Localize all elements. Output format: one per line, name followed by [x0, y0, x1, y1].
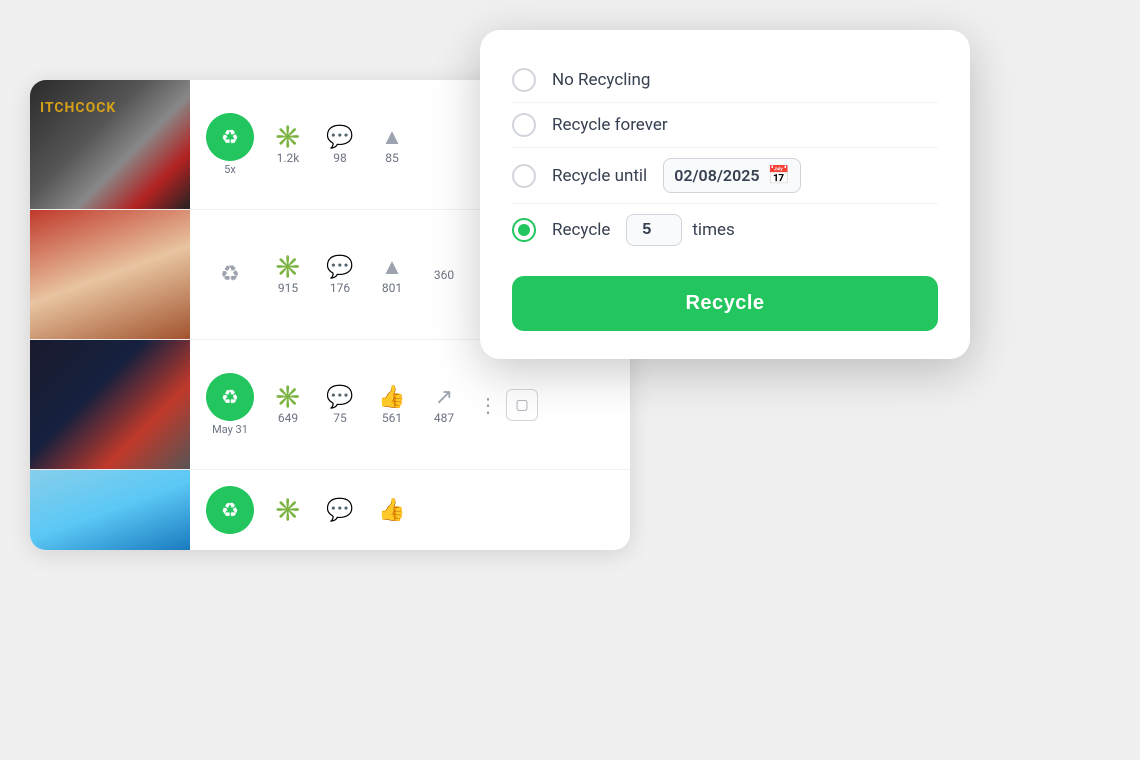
- stat-shares: ↗ 487: [422, 385, 466, 425]
- recycle-label: 5x: [224, 163, 236, 176]
- stat-value: 561: [382, 411, 402, 425]
- stat-value: 801: [382, 281, 402, 295]
- comments-icon: 💬: [326, 385, 353, 410]
- stat-value: 487: [434, 411, 454, 425]
- stat-comments: 💬 176: [318, 255, 362, 295]
- stat-value: 85: [385, 151, 399, 165]
- recycle-icon-active: ♻: [206, 486, 254, 534]
- option-recycle-times[interactable]: Recycle times: [512, 204, 938, 256]
- stat-shares: ▲ 801: [370, 254, 414, 295]
- radio-recycle-forever[interactable]: [512, 113, 536, 137]
- date-value: 02/08/2025: [674, 166, 759, 185]
- option-label-recycle-times: Recycle: [552, 220, 610, 240]
- recycle-badge[interactable]: ♻: [202, 251, 258, 299]
- option-recycle-until[interactable]: Recycle until 02/08/2025 📅: [512, 148, 938, 204]
- option-label-recycle-forever: Recycle forever: [552, 115, 668, 135]
- stat-comments: 💬 98: [318, 125, 362, 165]
- stat-likes: 👍: [370, 498, 414, 523]
- recycle-button[interactable]: Recycle: [512, 276, 938, 331]
- list-row: ♻ May 31 ✳️ 649 💬 75 👍 561 ↗ 487 ⋮ ▢: [30, 340, 630, 470]
- radio-recycle-until[interactable]: [512, 164, 536, 188]
- stat-clicks: ✳️ 1.2k: [266, 125, 310, 165]
- thumbnail: [30, 210, 190, 340]
- comments-icon: 💬: [326, 255, 353, 280]
- recycle-popup: No Recycling Recycle forever Recycle unt…: [480, 30, 970, 359]
- row-actions: ⋮ ▢: [474, 389, 546, 421]
- times-input-wrapper[interactable]: times: [626, 214, 734, 246]
- stat-value: 98: [333, 151, 347, 165]
- likes-icon: 👍: [378, 385, 405, 410]
- radio-inner: [518, 224, 530, 236]
- option-label-no-recycling: No Recycling: [552, 70, 650, 90]
- shares-icon: ▲: [381, 254, 403, 280]
- radio-no-recycling[interactable]: [512, 68, 536, 92]
- stat-value: 360: [434, 268, 454, 282]
- stat-clicks: ✳️ 649: [266, 385, 310, 425]
- stat-value: 915: [278, 281, 298, 295]
- date-input-wrapper[interactable]: 02/08/2025 📅: [663, 158, 801, 193]
- option-recycle-forever[interactable]: Recycle forever: [512, 103, 938, 148]
- recycle-badge[interactable]: ♻ 5x: [202, 113, 258, 176]
- stat-comments: 💬 75: [318, 385, 362, 425]
- stat-value: 176: [330, 281, 350, 295]
- clicks-icon: ✳️: [274, 125, 301, 150]
- recycle-badge[interactable]: ♻: [202, 486, 258, 534]
- stat-extra: ▲ 85: [370, 124, 414, 165]
- comments-icon: 💬: [326, 125, 353, 150]
- stat-likes: 👍 561: [370, 385, 414, 425]
- comments-icon: 💬: [326, 498, 353, 523]
- stat-value: 75: [333, 411, 347, 425]
- likes-icon: 👍: [378, 498, 405, 523]
- clicks-icon: ✳️: [274, 255, 301, 280]
- recycle-badge[interactable]: ♻ May 31: [202, 373, 258, 436]
- thumbnail: [30, 470, 190, 550]
- option-no-recycling[interactable]: No Recycling: [512, 58, 938, 103]
- stat-clicks: ✳️: [266, 498, 310, 523]
- calendar-icon: 📅: [767, 165, 789, 186]
- list-row: ♻ ✳️ 💬 👍: [30, 470, 630, 550]
- shares-icon: ↗: [435, 385, 453, 410]
- radio-recycle-times[interactable]: [512, 218, 536, 242]
- stat-extra2: 360: [422, 267, 466, 282]
- recycle-icon-active: ♻: [206, 113, 254, 161]
- stat-comments: 💬: [318, 498, 362, 523]
- option-label-recycle-until: Recycle until: [552, 166, 647, 186]
- stat-clicks: ✳️ 915: [266, 255, 310, 295]
- thumbnail: [30, 340, 190, 470]
- thumbnail: [30, 80, 190, 210]
- stat-value: 1.2k: [277, 151, 300, 165]
- recycle-icon-active: ♻: [206, 373, 254, 421]
- recycle-label: May 31: [212, 423, 248, 436]
- action-button[interactable]: ▢: [506, 389, 538, 421]
- recycle-icon-inactive: ♻: [206, 251, 254, 299]
- clicks-icon: ✳️: [274, 385, 301, 410]
- times-label: times: [692, 220, 734, 240]
- more-button[interactable]: ⋮: [474, 389, 502, 421]
- times-input[interactable]: [626, 214, 682, 246]
- extra-icon: ▲: [381, 124, 403, 150]
- stat-value: 649: [278, 411, 298, 425]
- row-content: ♻ ✳️ 💬 👍: [190, 486, 630, 534]
- row-content: ♻ May 31 ✳️ 649 💬 75 👍 561 ↗ 487 ⋮ ▢: [190, 373, 630, 436]
- clicks-icon: ✳️: [274, 498, 301, 523]
